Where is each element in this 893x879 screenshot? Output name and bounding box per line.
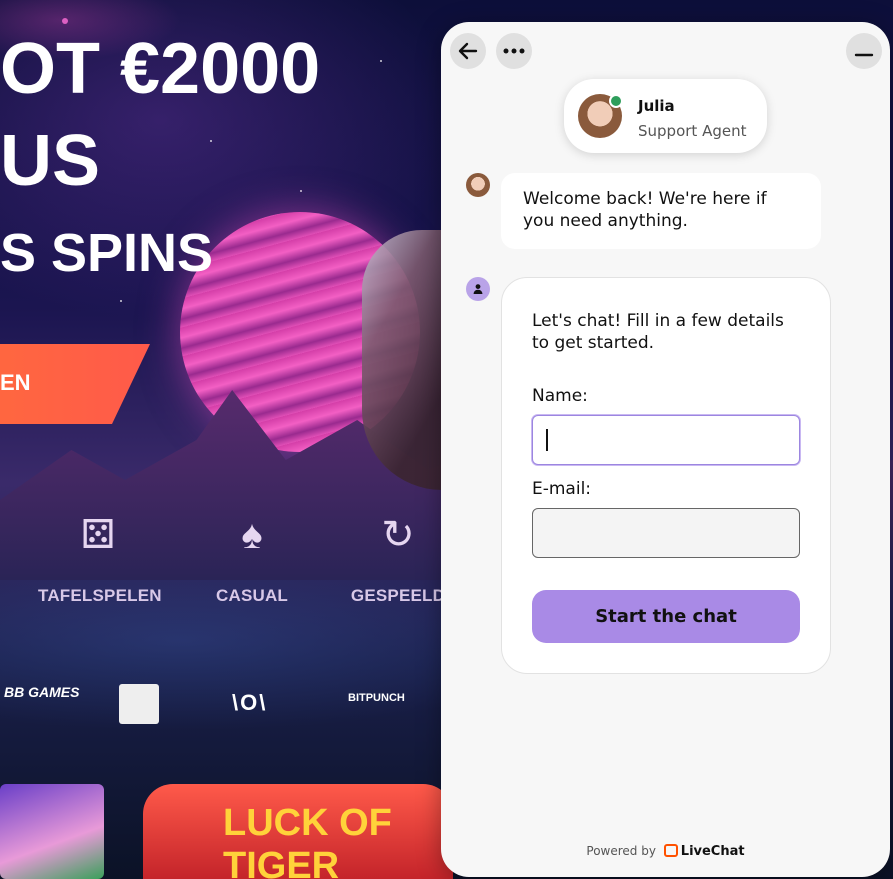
hero-headline: OT €2000: [0, 29, 321, 109]
livechat-widget: Julia Support Agent Welcome back! We're …: [441, 22, 890, 877]
category-gespeeld[interactable]: ↻ GESPEELD: [338, 510, 458, 606]
game-thumbnail-title: LUCK OF TIGER: [223, 802, 392, 879]
name-label: Name:: [532, 386, 588, 406]
star: [62, 18, 68, 24]
email-label: E-mail:: [532, 479, 592, 499]
cards-icon: ♠: [241, 513, 263, 557]
history-icon: ↻: [381, 513, 415, 557]
category-label: CASUAL: [215, 586, 289, 605]
agent-message-avatar: [466, 173, 490, 197]
form-intro-text: Let's chat! Fill in a few details to get…: [532, 311, 784, 353]
hero-subheadline: S SPINS: [0, 223, 214, 283]
star: [120, 300, 122, 302]
star: [210, 140, 212, 142]
agent-role: Support Agent: [638, 122, 747, 140]
dice-icon: ⚄: [80, 513, 116, 557]
minimize-button[interactable]: [846, 33, 882, 69]
name-field[interactable]: [532, 415, 800, 465]
more-options-button[interactable]: [496, 33, 532, 69]
bot-avatar: [466, 277, 490, 301]
game-thumbnail-luck-of-tiger[interactable]: LUCK OF TIGER: [143, 784, 453, 879]
more-dots-icon: [503, 48, 525, 54]
star: [300, 190, 302, 192]
back-button[interactable]: [450, 33, 486, 69]
agent-name: Julia: [638, 97, 675, 115]
text-caret: [546, 429, 548, 451]
start-chat-button[interactable]: Start the chat: [532, 590, 800, 643]
arrow-left-icon: [458, 42, 478, 60]
category-tafelspelen[interactable]: ⚄ TAFELSPELEN: [38, 510, 162, 606]
powered-by-footer: Powered by LiveChat: [441, 844, 890, 859]
prechat-form: Let's chat! Fill in a few details to get…: [501, 277, 831, 674]
star: [380, 60, 382, 62]
hero-cta-button[interactable]: EN: [0, 344, 150, 424]
livechat-brand-link[interactable]: LiveChat: [681, 844, 745, 859]
user-icon: [473, 284, 483, 294]
hero-headline-2: US: [0, 121, 101, 201]
category-casual[interactable]: ♠ CASUAL: [192, 510, 312, 606]
agent-card: Julia Support Agent: [564, 79, 767, 153]
provider-logo[interactable]: BITPUNCH: [348, 692, 405, 704]
category-label: TAFELSPELEN: [38, 586, 162, 605]
game-thumbnail[interactable]: [0, 784, 104, 879]
minimize-icon: [854, 53, 874, 57]
powered-by-text: Powered by: [586, 844, 656, 858]
online-status-dot: [609, 94, 623, 108]
provider-logo[interactable]: [119, 684, 159, 724]
category-label: GESPEELD: [350, 586, 446, 605]
livechat-logo-icon: [663, 844, 678, 857]
welcome-message-bubble: Welcome back! We're here if you need any…: [501, 173, 821, 249]
hero-cta-label: EN: [0, 370, 31, 395]
provider-logo[interactable]: BB GAMES: [4, 684, 79, 700]
email-field[interactable]: [532, 508, 800, 558]
provider-logo[interactable]: \O\: [232, 690, 267, 716]
